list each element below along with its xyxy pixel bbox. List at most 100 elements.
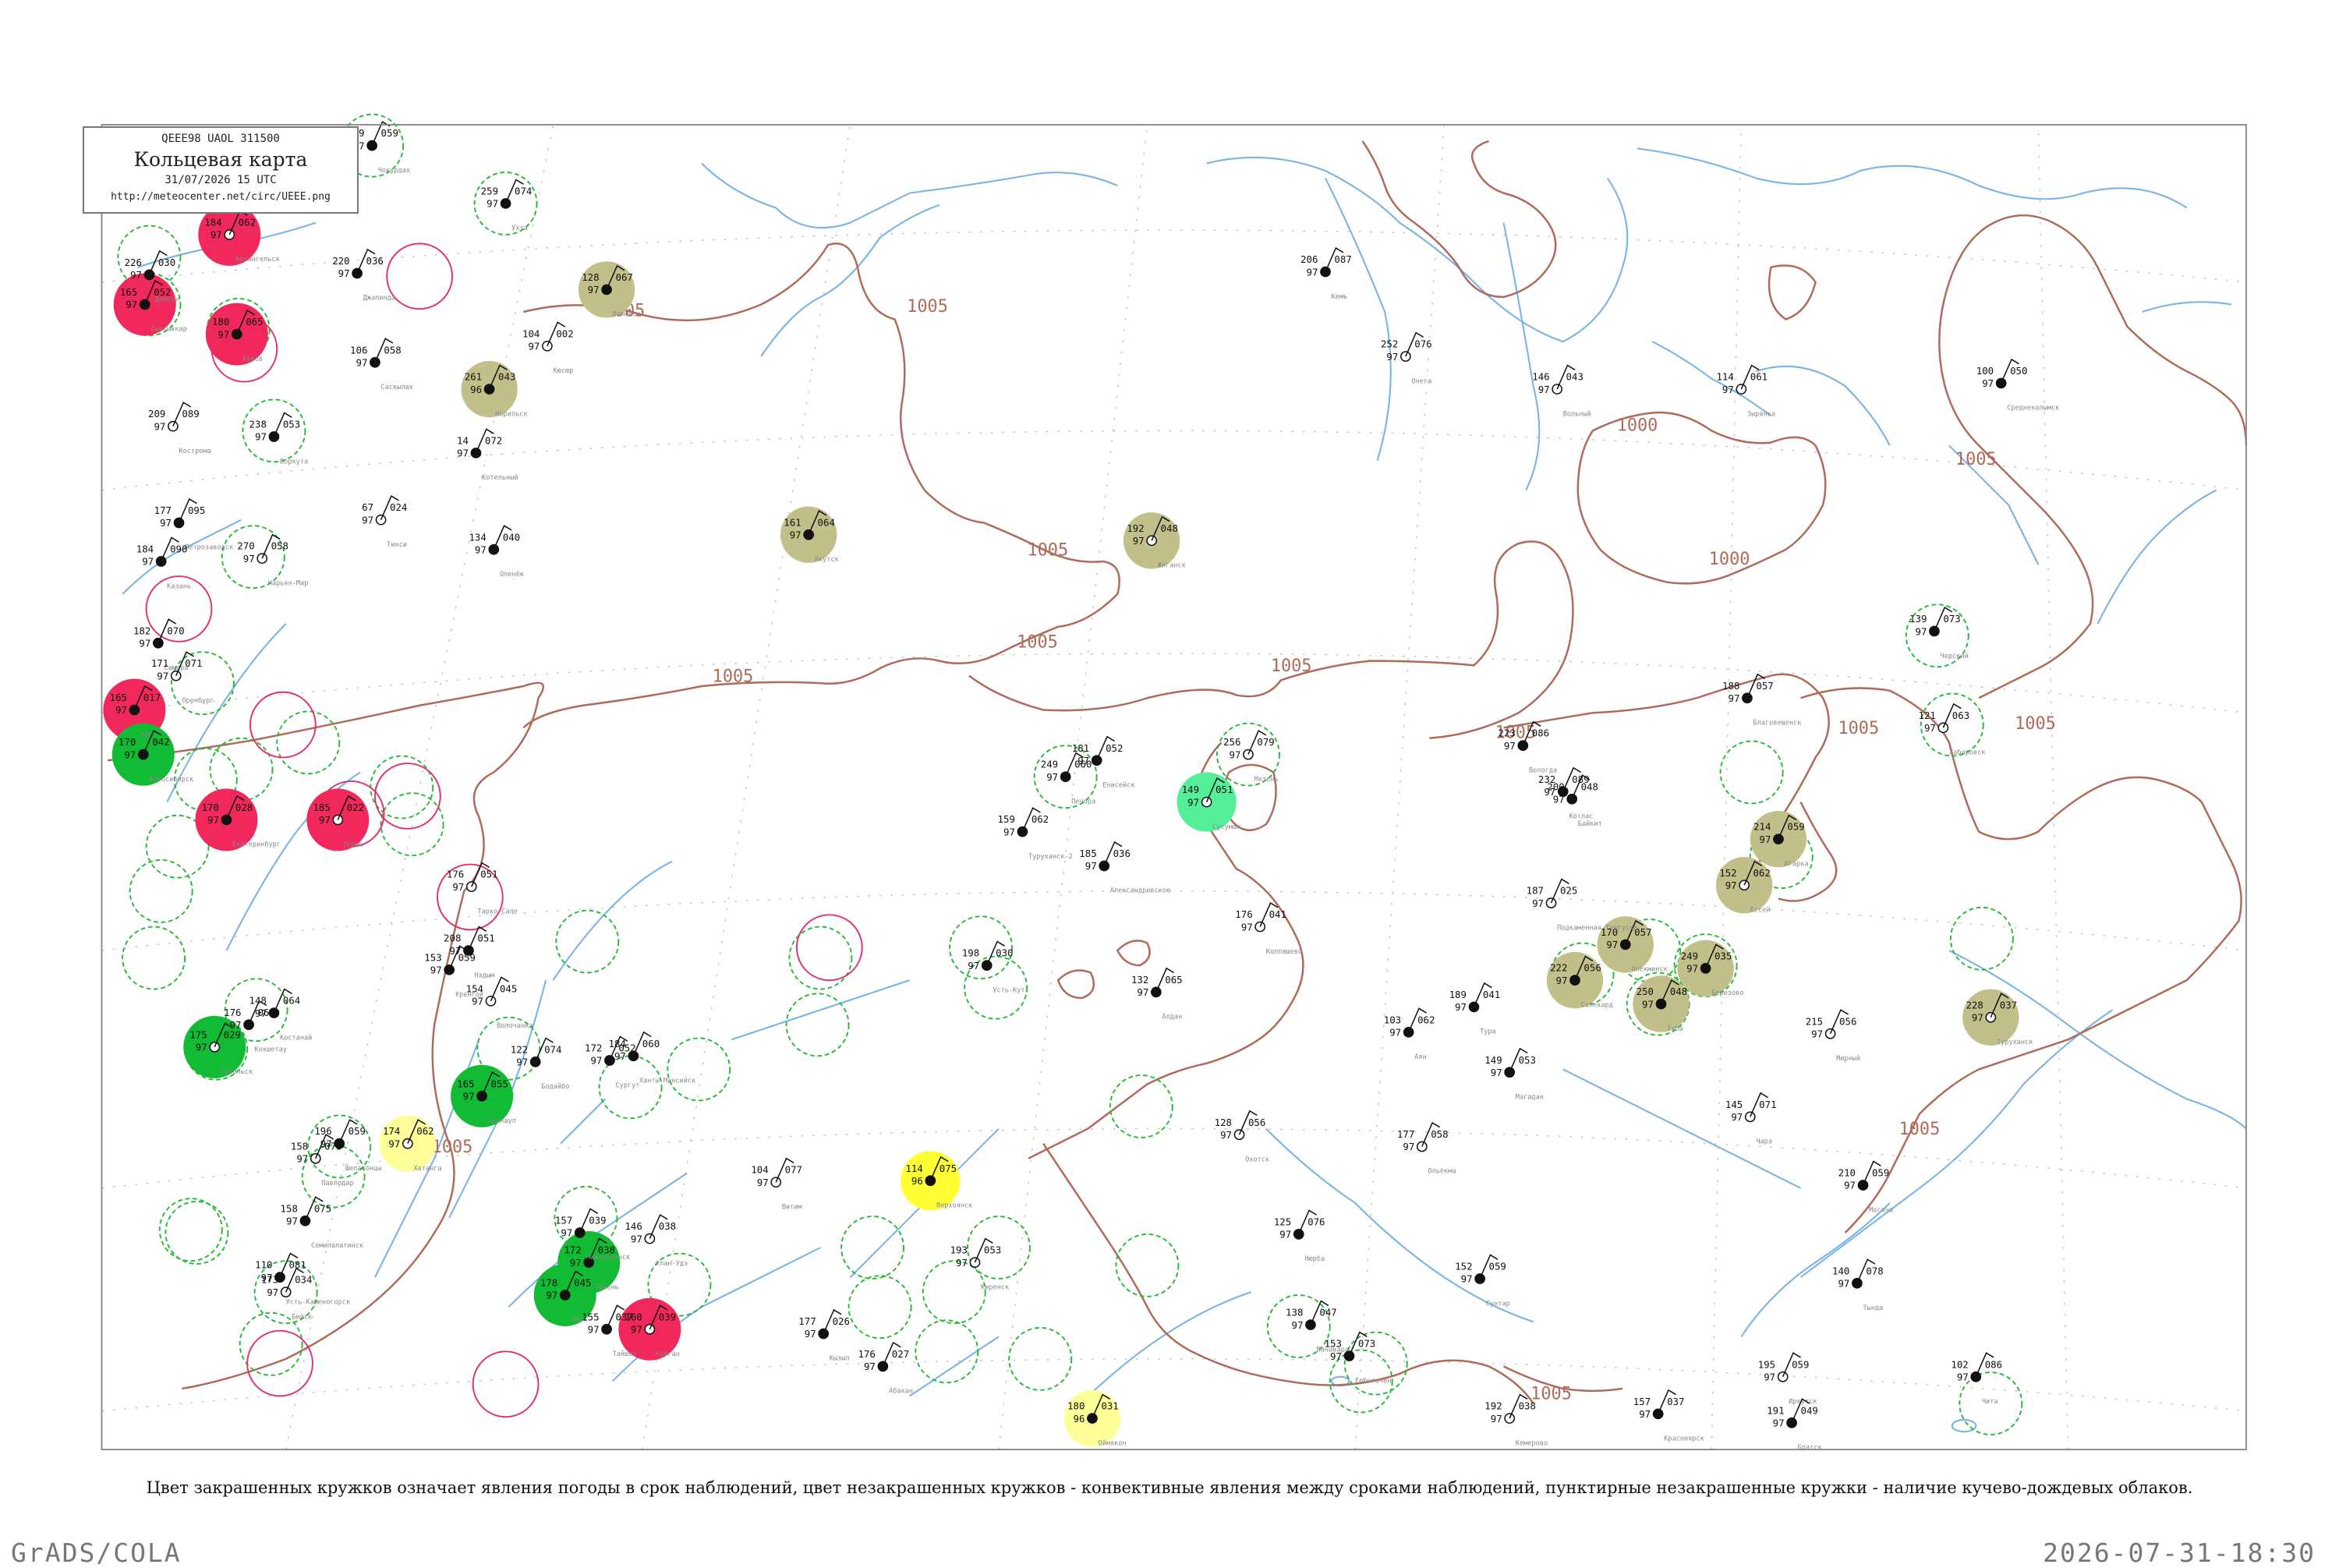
station-name-label: Курган	[656, 1350, 680, 1358]
station-name-label: Братск	[1798, 1444, 1823, 1452]
station-plot[interactable]: 146 97 038 Улан-Удэ	[625, 1213, 688, 1268]
station-value-mid: 97	[1916, 626, 1927, 637]
station-plot[interactable]: 128 97 056 Охотск	[1215, 1110, 1270, 1164]
station-value-top: 172	[564, 1245, 581, 1256]
station-value-top: 198	[962, 948, 979, 959]
station-plot[interactable]: 18497060Ханты-Мансийск	[608, 1031, 696, 1085]
station-name-label: Вольный	[1563, 410, 1591, 418]
station-pressure-tendency: 062	[1417, 1014, 1435, 1025]
station-value-mid: 97	[528, 342, 540, 352]
station-plot[interactable]: 18897 057 Благовещенск	[1722, 673, 1802, 727]
station-plot[interactable]: 134 97 040 Оленёк	[469, 525, 525, 579]
station-plot[interactable]: 67 97 024 Тикси	[362, 495, 407, 549]
station-pressure-tendency: 038	[1519, 1401, 1536, 1412]
station-plot[interactable]: 121 97 063 Хабаровск	[1918, 703, 1986, 757]
station-pressure-tendency: 075	[939, 1163, 957, 1174]
station-pressure-tendency: 043	[1566, 372, 1584, 383]
station-value-mid: 97	[1491, 1067, 1502, 1078]
station-pressure-tendency: 051	[1216, 784, 1233, 795]
station-value-top: 195	[1758, 1359, 1775, 1370]
source-url[interactable]: http://meteocenter.net/circ/UEEE.png	[84, 191, 357, 203]
cloud-cover-icon	[366, 140, 378, 151]
station-value-mid: 97	[1686, 964, 1698, 975]
station-plot[interactable]: 157 97 037 Красноярск	[1633, 1389, 1705, 1443]
station-plot[interactable]: 7997059Чокурдах	[353, 121, 410, 175]
station-name-label: Кемь	[1332, 293, 1348, 301]
station-pressure-tendency: 056	[1839, 1016, 1856, 1027]
convective-ring	[374, 763, 441, 830]
station-name-label: Охотск	[1245, 1156, 1270, 1164]
isobar-label: 1005	[432, 1138, 473, 1157]
station-plot[interactable]: 18797 025 Подкаменная Тунгуска	[1527, 878, 1638, 933]
station-value-top: 161	[784, 517, 801, 528]
station-plot[interactable]: 140 97 078 Тында	[1832, 1258, 1884, 1312]
station-plot[interactable]: 191 97 049 Братск	[1767, 1398, 1823, 1452]
station-plot[interactable]: 22097 036 Джалинда	[332, 248, 395, 303]
station-value-mid: 97	[1403, 1141, 1414, 1152]
station-plot[interactable]: 21597 056 Мирный	[1806, 1009, 1860, 1063]
station-name-label: Норильск	[495, 410, 528, 418]
station-plot[interactable]: 193 97 053 Киренск	[950, 1237, 1010, 1292]
station-plot[interactable]: 158 97 075 Семипалатинск	[281, 1196, 364, 1250]
station-plot[interactable]: 184 97 090 Казань	[136, 536, 191, 591]
station-value-mid: 97	[1556, 975, 1568, 986]
station-plot[interactable]: 206 97 087 Кемь	[1300, 246, 1352, 301]
station-value-top: 238	[249, 419, 267, 430]
station-plot[interactable]: 10097 050 Среднеколымск	[1976, 358, 2060, 412]
station-plot[interactable]: 189 97 041 Тура	[1449, 982, 1501, 1036]
station-plot[interactable]: 154 97 045 Волочанка	[466, 976, 533, 1030]
station-plot[interactable]: 270 97 058 Нарьян-Мар	[237, 533, 308, 588]
cloud-cover-icon	[542, 340, 553, 352]
station-plot[interactable]: 185 97 036 Александровское	[1079, 841, 1170, 895]
station-pressure-tendency: 051	[480, 869, 497, 880]
station-plot[interactable]: 176 97 051 Тарко-Сале	[447, 862, 518, 916]
station-plot[interactable]: 11497 061 Зырянка	[1716, 364, 1775, 419]
station-plot[interactable]: 13997 073 Черский	[1909, 606, 1969, 660]
station-plot[interactable]: 259 97 074 Ухта	[481, 179, 533, 232]
cloud-cover-icon	[352, 267, 363, 279]
station-plot[interactable]: 145 97 071 Чара	[1725, 1092, 1777, 1146]
station-plot[interactable]: 232 97 089 Котлас	[1538, 766, 1593, 821]
station-plot[interactable]: 104 97 002 Кюсюр	[522, 321, 574, 375]
map-datetime: 31/07/2026 15 UTC	[165, 174, 277, 186]
station-plot[interactable]: 1497 072 Котельный	[457, 428, 518, 482]
station-plot[interactable]: 181 97 052 Енисейск	[1072, 735, 1136, 790]
station-value-mid: 97	[142, 557, 154, 568]
station-plot[interactable]: 19597059Иркутск	[1758, 1352, 1817, 1406]
station-plot[interactable]: 14697 043 Вольный	[1532, 364, 1591, 419]
station-plot[interactable]: 25697 079 Мезень	[1223, 730, 1279, 784]
station-plot[interactable]: 102 97 086 Чита	[1951, 1352, 2002, 1406]
station-plot[interactable]: 10497 077 Витим	[751, 1157, 802, 1212]
station-name-label: Кемерово	[1516, 1439, 1548, 1447]
station-name-label: Ухта	[511, 225, 528, 232]
isobar-1005-far-east	[1800, 687, 2242, 1234]
software-credit: GrADS/COLA	[11, 1538, 182, 1568]
station-value-top: 122	[511, 1044, 528, 1055]
cb-dashed-ring	[239, 1311, 303, 1376]
station-plot[interactable]: 106 97 058 Саскылах	[350, 338, 413, 391]
station-plot[interactable]: 252 97 076 Онега	[1381, 331, 1432, 386]
station-value-mid: 97	[1230, 749, 1241, 760]
station-plot[interactable]: 177 97 095 Петрозаводск	[154, 497, 234, 552]
station-plot[interactable]: 21097 059 Могоча	[1838, 1160, 1893, 1215]
station-name-label: Ольёкма	[1428, 1168, 1456, 1176]
station-plot[interactable]: 198 97 030 Усть-Кут	[962, 940, 1025, 995]
station-plot[interactable]: 17697 027 Абакан	[858, 1341, 913, 1396]
station-plot[interactable]: 125 97 076 Нюрба	[1274, 1209, 1325, 1263]
station-value-mid: 97	[139, 639, 150, 649]
station-plot[interactable]: 238 97 053 Воркута	[249, 412, 309, 466]
station-name-label: Березово	[1711, 989, 1743, 997]
station-plot[interactable]: 17797 058 Ольёкма	[1397, 1121, 1456, 1176]
station-plot[interactable]: 177 97 026 Кызыл	[798, 1308, 850, 1363]
station-plot[interactable]: 14997 053 Магадан	[1484, 1047, 1544, 1102]
station-name-label: Игарка	[1785, 860, 1809, 868]
station-plot[interactable]: 103 97 062 Аян	[1384, 1007, 1435, 1061]
station-plot[interactable]: 15997 062 Туруханск-2	[998, 807, 1073, 861]
station-value-top: 181	[1072, 743, 1089, 754]
cb-dashed-ring	[129, 858, 193, 923]
station-plot[interactable]: 209 97 089 Кострома	[148, 402, 211, 455]
station-pressure-tendency: 067	[616, 272, 633, 283]
station-name-label: Киренск	[981, 1283, 1010, 1291]
station-value-mid: 97	[1642, 999, 1654, 1010]
station-plot[interactable]: 13297 065 Алдан	[1131, 967, 1183, 1021]
